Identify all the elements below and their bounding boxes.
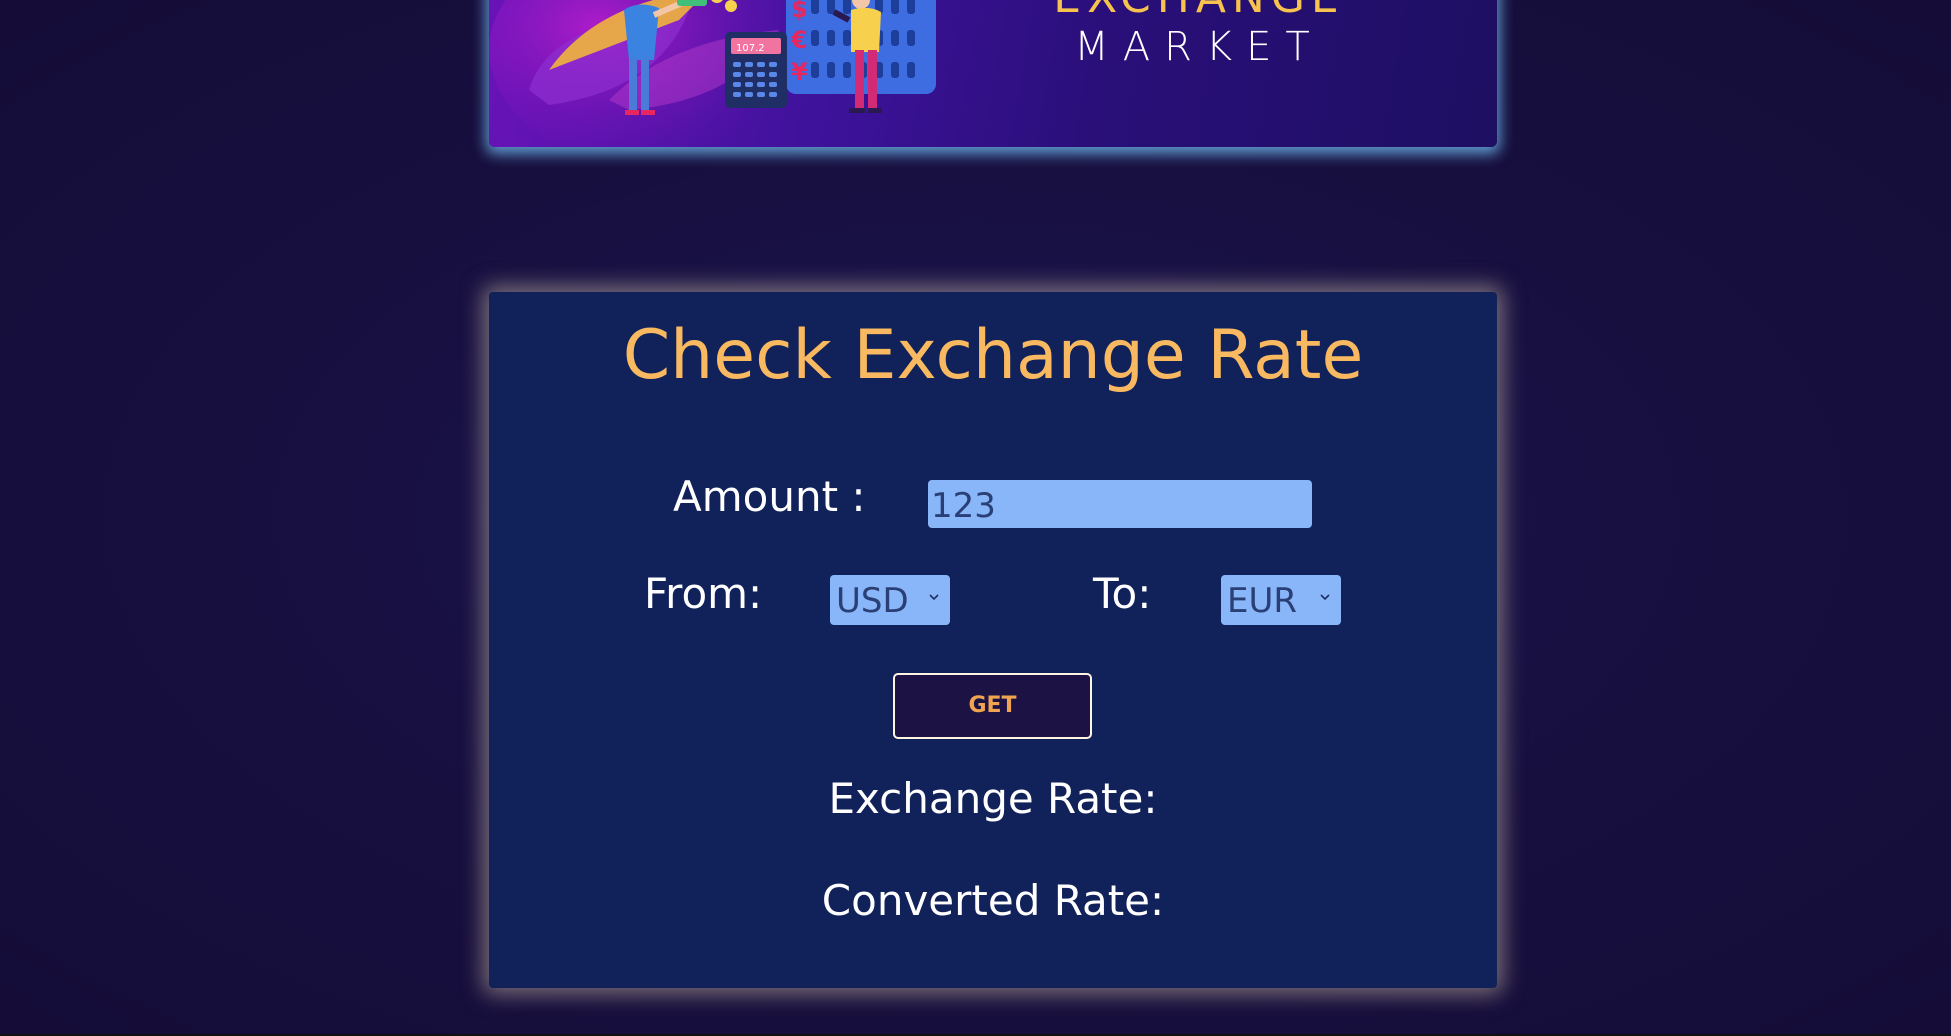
card-title: Check Exchange Rate [622,316,1364,395]
to-label: To: [1093,569,1152,618]
get-button[interactable]: GET [893,673,1092,739]
from-currency-value: USD [836,581,909,621]
from-currency-select[interactable]: USD [830,575,950,625]
calculator-icon: 107.2 [725,32,787,108]
amount-input[interactable]: 123 [928,480,1312,528]
chevron-down-icon [929,594,939,601]
exchange-rate-card: Check Exchange Rate Amount : 123 From: U… [489,292,1497,988]
svg-text:107.2: 107.2 [736,43,765,54]
to-currency-select[interactable]: EUR [1221,575,1341,625]
to-currency-value: EUR [1227,581,1297,621]
exchange-rate-label: Exchange Rate: [828,774,1158,823]
dollar-symbol: $ [791,0,808,23]
euro-symbol: € [790,26,808,54]
chevron-down-icon [1320,594,1330,601]
exchange-market-banner: $ € ¥ 107.2 MARKET [489,0,1497,147]
banner-title: EXCHANGE [1049,0,1349,23]
page: $ € ¥ 107.2 MARKET Check Exchange Rate A… [0,0,1951,1036]
from-label: From: [644,569,763,618]
amount-label: Amount : [673,472,866,521]
banner-subtitle: MARKET [1074,24,1324,70]
yen-symbol: ¥ [791,58,808,86]
converted-rate-label: Converted Rate: [821,876,1165,925]
